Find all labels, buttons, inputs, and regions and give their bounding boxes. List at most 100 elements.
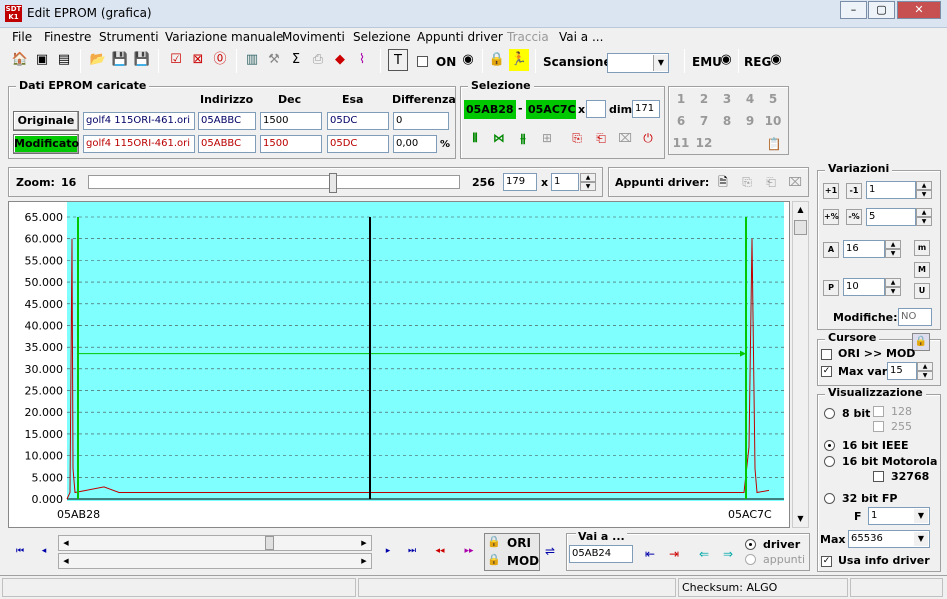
- nav2-left-icon[interactable]: ◀: [59, 554, 73, 568]
- goto-right-icon[interactable]: ⇥: [664, 544, 684, 564]
- var-step-2-field[interactable]: 5: [866, 208, 916, 226]
- clipboard-icon[interactable]: 📋: [764, 134, 784, 154]
- plus-one-icon[interactable]: +1: [823, 183, 839, 199]
- f-chevron-down-icon[interactable]: ▼: [914, 509, 928, 523]
- m-icon[interactable]: M: [914, 262, 930, 278]
- max-var-field[interactable]: 15: [887, 362, 917, 380]
- numpad-3[interactable]: 3: [717, 92, 737, 106]
- var-2-up-icon[interactable]: ▲: [916, 208, 932, 217]
- chart-scrollbar[interactable]: ▲ ▼: [792, 201, 809, 528]
- copy-selection-icon[interactable]: ⎘: [567, 128, 587, 148]
- emu-led-icon[interactable]: ◉: [716, 49, 736, 71]
- appunti-doc-icon[interactable]: 🗎: [713, 172, 733, 192]
- max-var-checkbox[interactable]: ✓: [821, 366, 832, 377]
- ori-mod-checkbox[interactable]: [821, 349, 832, 360]
- var-4-up-icon[interactable]: ▲: [885, 278, 901, 287]
- save-icon[interactable]: 💾: [110, 49, 130, 71]
- var-3-up-icon[interactable]: ▲: [885, 240, 901, 249]
- scroll-thumb[interactable]: [794, 220, 807, 235]
- nav-scrollbar-1[interactable]: ◀ ▶: [58, 535, 372, 551]
- menu-file[interactable]: File: [12, 30, 32, 44]
- select-mark-icon[interactable]: ⋈: [489, 128, 509, 148]
- prev-diff-icon[interactable]: ◂◂: [430, 541, 450, 561]
- set-p-icon[interactable]: P: [823, 280, 839, 296]
- print-icon[interactable]: ⎙: [308, 49, 328, 71]
- swap-icon[interactable]: ⇌: [540, 541, 560, 561]
- max-var-down-icon[interactable]: ▼: [917, 371, 933, 380]
- menu-variazione-manuale[interactable]: Variazione manuale: [165, 30, 283, 44]
- zoom-value-field[interactable]: 179: [503, 173, 537, 191]
- var-2-down-icon[interactable]: ▼: [916, 217, 932, 226]
- mod-esa-field[interactable]: 05DC: [327, 135, 389, 153]
- window-icon[interactable]: ▤: [54, 49, 74, 71]
- radio-8bit[interactable]: [824, 408, 835, 419]
- appunti-paste-icon[interactable]: ⎗: [761, 172, 781, 192]
- nav2-right-icon[interactable]: ▶: [357, 554, 371, 568]
- zero-icon[interactable]: ⓪: [210, 49, 230, 71]
- orig-file-field[interactable]: golf4 115ORI-461.ori: [83, 112, 195, 130]
- selezione-to[interactable]: 05AC7C: [526, 100, 576, 119]
- radio-16bit-ieee[interactable]: [824, 440, 835, 451]
- nav-scrollbar-2[interactable]: ◀ ▶: [58, 553, 372, 569]
- ori-button[interactable]: ORI: [507, 536, 531, 550]
- mod-addr-field[interactable]: 05ABBC: [198, 135, 256, 153]
- numpad-8[interactable]: 8: [717, 114, 737, 128]
- first-icon[interactable]: ⏮: [10, 541, 30, 561]
- windows-icon[interactable]: ▣: [32, 49, 52, 71]
- mark-icon[interactable]: ⊠: [188, 49, 208, 71]
- mod-file-field[interactable]: golf4 115ORI-461.ori: [83, 135, 195, 153]
- scroll-down-icon[interactable]: ▼: [793, 511, 808, 527]
- orig-diff-field[interactable]: 0: [393, 112, 449, 130]
- scroll-up-icon[interactable]: ▲: [793, 202, 808, 218]
- originale-button[interactable]: Originale: [13, 111, 79, 131]
- zoom-up-icon[interactable]: ▲: [580, 173, 596, 182]
- set-a-icon[interactable]: A: [823, 242, 839, 258]
- home-icon[interactable]: 🏠: [10, 49, 30, 71]
- clear-selection-icon[interactable]: ⌧: [615, 128, 635, 148]
- numpad-4[interactable]: 4: [740, 92, 760, 106]
- next-diff-icon[interactable]: ▸▸: [459, 541, 479, 561]
- mod-lock-icon[interactable]: 🔒: [487, 553, 501, 566]
- check-32768[interactable]: [873, 471, 884, 482]
- mod-diff-field[interactable]: 0,00: [393, 135, 437, 153]
- last-icon[interactable]: ⏭: [402, 541, 422, 561]
- paste-selection-icon[interactable]: ⎗: [591, 128, 611, 148]
- reg-led-icon[interactable]: ◉: [766, 49, 786, 71]
- goto-back-icon[interactable]: ⇐: [694, 544, 714, 564]
- power-icon[interactable]: ⏻: [638, 128, 658, 148]
- ori-lock-icon[interactable]: 🔒: [487, 535, 501, 548]
- chevron-down-icon[interactable]: ▼: [653, 55, 668, 71]
- text-icon[interactable]: T: [388, 49, 408, 71]
- select-disabled-icon[interactable]: ⊞: [537, 128, 557, 148]
- prev-icon[interactable]: ◂: [34, 541, 54, 561]
- close-button[interactable]: ✕: [897, 1, 941, 19]
- numpad-11[interactable]: 11: [671, 136, 691, 150]
- multiply-icon[interactable]: m: [914, 240, 930, 256]
- chart-svg[interactable]: 65.000 60.000 55.000 50.000 45.000 40.000 35.0…: [9, 202, 791, 529]
- menu-strumenti[interactable]: Strumenti: [99, 30, 159, 44]
- shapes-icon[interactable]: ◆: [330, 49, 350, 71]
- var-step-3-field[interactable]: 16: [843, 240, 885, 258]
- select-start-icon[interactable]: ⫴: [465, 128, 485, 148]
- plus-percent-icon[interactable]: +%: [823, 209, 839, 225]
- next-icon[interactable]: ▸: [378, 541, 398, 561]
- selezione-from[interactable]: 05AB28: [464, 100, 516, 119]
- orig-addr-field[interactable]: 05ABBC: [198, 112, 256, 130]
- menu-finestre[interactable]: Finestre: [44, 30, 91, 44]
- numpad-12[interactable]: 12: [694, 136, 714, 150]
- goto-forward-icon[interactable]: ⇒: [718, 544, 738, 564]
- numpad-1[interactable]: 1: [671, 92, 691, 106]
- mod-button[interactable]: MOD: [507, 554, 539, 568]
- var-1-down-icon[interactable]: ▼: [916, 190, 932, 199]
- var-3-down-icon[interactable]: ▼: [885, 249, 901, 258]
- max-var-up-icon[interactable]: ▲: [917, 362, 933, 371]
- save-as-icon[interactable]: 💾: [132, 49, 152, 71]
- check-icon[interactable]: ☑: [166, 49, 186, 71]
- check-255[interactable]: [873, 421, 884, 432]
- lock-icon[interactable]: 🔒: [487, 49, 507, 71]
- calculator-icon[interactable]: ▥: [242, 49, 262, 71]
- select-end-icon[interactable]: ⫵: [513, 128, 533, 148]
- modificato-button[interactable]: Modificato: [13, 134, 79, 154]
- var-step-1-field[interactable]: 1: [866, 181, 916, 199]
- numpad-5[interactable]: 5: [763, 92, 783, 106]
